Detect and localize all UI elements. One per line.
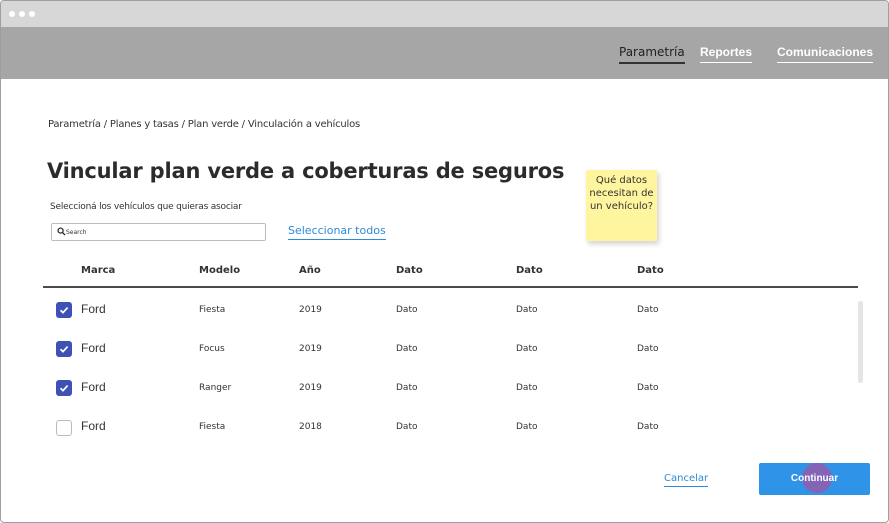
table-scrollbar[interactable] [858, 301, 863, 383]
cell-ano: 2019 [299, 383, 322, 393]
row-checkbox[interactable] [56, 302, 72, 318]
cell-dato: Dato [637, 383, 659, 393]
row-checkbox[interactable] [56, 420, 72, 436]
continue-button-label: Continuar [790, 473, 839, 484]
sticky-note: Qué datos necesitan de un vehículo? [586, 170, 657, 241]
cell-ano: 2018 [299, 422, 322, 432]
cancel-button[interactable]: Cancelar [664, 473, 709, 487]
table-header-divider [43, 286, 858, 288]
cell-dato: Dato [516, 305, 538, 315]
table-row[interactable]: Ford Fiesta 2018 Dato Dato Dato [1, 409, 861, 447]
window-titlebar [1, 1, 888, 27]
nav-item-parametria[interactable]: Parametría [619, 45, 685, 64]
cell-dato: Dato [396, 383, 418, 393]
row-checkbox[interactable] [56, 380, 72, 396]
cell-dato: Dato [637, 422, 659, 432]
column-header-dato-1: Dato [396, 265, 423, 276]
window-dot-icon [29, 11, 35, 17]
cell-dato: Dato [516, 422, 538, 432]
cell-dato: Dato [637, 344, 659, 354]
search-box[interactable] [51, 223, 266, 241]
search-input[interactable] [66, 224, 261, 240]
cell-marca: Ford [81, 341, 106, 355]
browser-window: Parametría Reportes Comunicaciones Param… [0, 0, 889, 523]
cell-marca: Ford [81, 380, 106, 394]
cell-modelo: Fiesta [199, 422, 226, 432]
continue-button[interactable]: Continuar [759, 463, 870, 495]
nav-item-comunicaciones[interactable]: Comunicaciones [777, 45, 874, 63]
row-checkbox[interactable] [56, 341, 72, 357]
cell-dato: Dato [396, 422, 418, 432]
column-header-dato-3: Dato [637, 265, 664, 276]
page-title: Vincular plan verde a coberturas de segu… [47, 159, 565, 183]
check-icon [59, 346, 69, 353]
table-row[interactable]: Ford Fiesta 2019 Dato Dato Dato [1, 292, 861, 330]
check-icon [59, 385, 69, 392]
table-row[interactable]: Ford Focus 2019 Dato Dato Dato [1, 331, 861, 369]
cell-marca: Ford [81, 419, 106, 433]
nav-item-reportes[interactable]: Reportes [700, 45, 753, 63]
cell-modelo: Ranger [199, 383, 232, 393]
cell-ano: 2019 [299, 344, 322, 354]
table-row[interactable]: Ford Ranger 2019 Dato Dato Dato [1, 370, 861, 408]
page-subtitle: Seleccioná los vehículos que quieras aso… [50, 202, 242, 212]
select-all-link[interactable]: Seleccionar todos [288, 224, 386, 240]
window-dot-icon [19, 11, 25, 17]
cell-dato: Dato [396, 344, 418, 354]
column-header-dato-2: Dato [516, 265, 543, 276]
column-header-modelo: Modelo [199, 265, 241, 276]
cell-dato: Dato [637, 305, 659, 315]
top-navbar: Parametría Reportes Comunicaciones [1, 27, 888, 79]
cell-dato: Dato [516, 344, 538, 354]
cell-marca: Ford [81, 302, 106, 316]
column-header-marca: Marca [81, 265, 116, 276]
cell-modelo: Fiesta [199, 305, 226, 315]
cell-dato: Dato [516, 383, 538, 393]
window-dot-icon [9, 11, 15, 17]
search-icon [57, 227, 66, 236]
cell-modelo: Focus [199, 344, 225, 354]
breadcrumb[interactable]: Parametría / Planes y tasas / Plan verde… [48, 119, 360, 130]
column-header-ano: Año [299, 265, 321, 276]
cell-ano: 2019 [299, 305, 322, 315]
cell-dato: Dato [396, 305, 418, 315]
check-icon [59, 307, 69, 314]
